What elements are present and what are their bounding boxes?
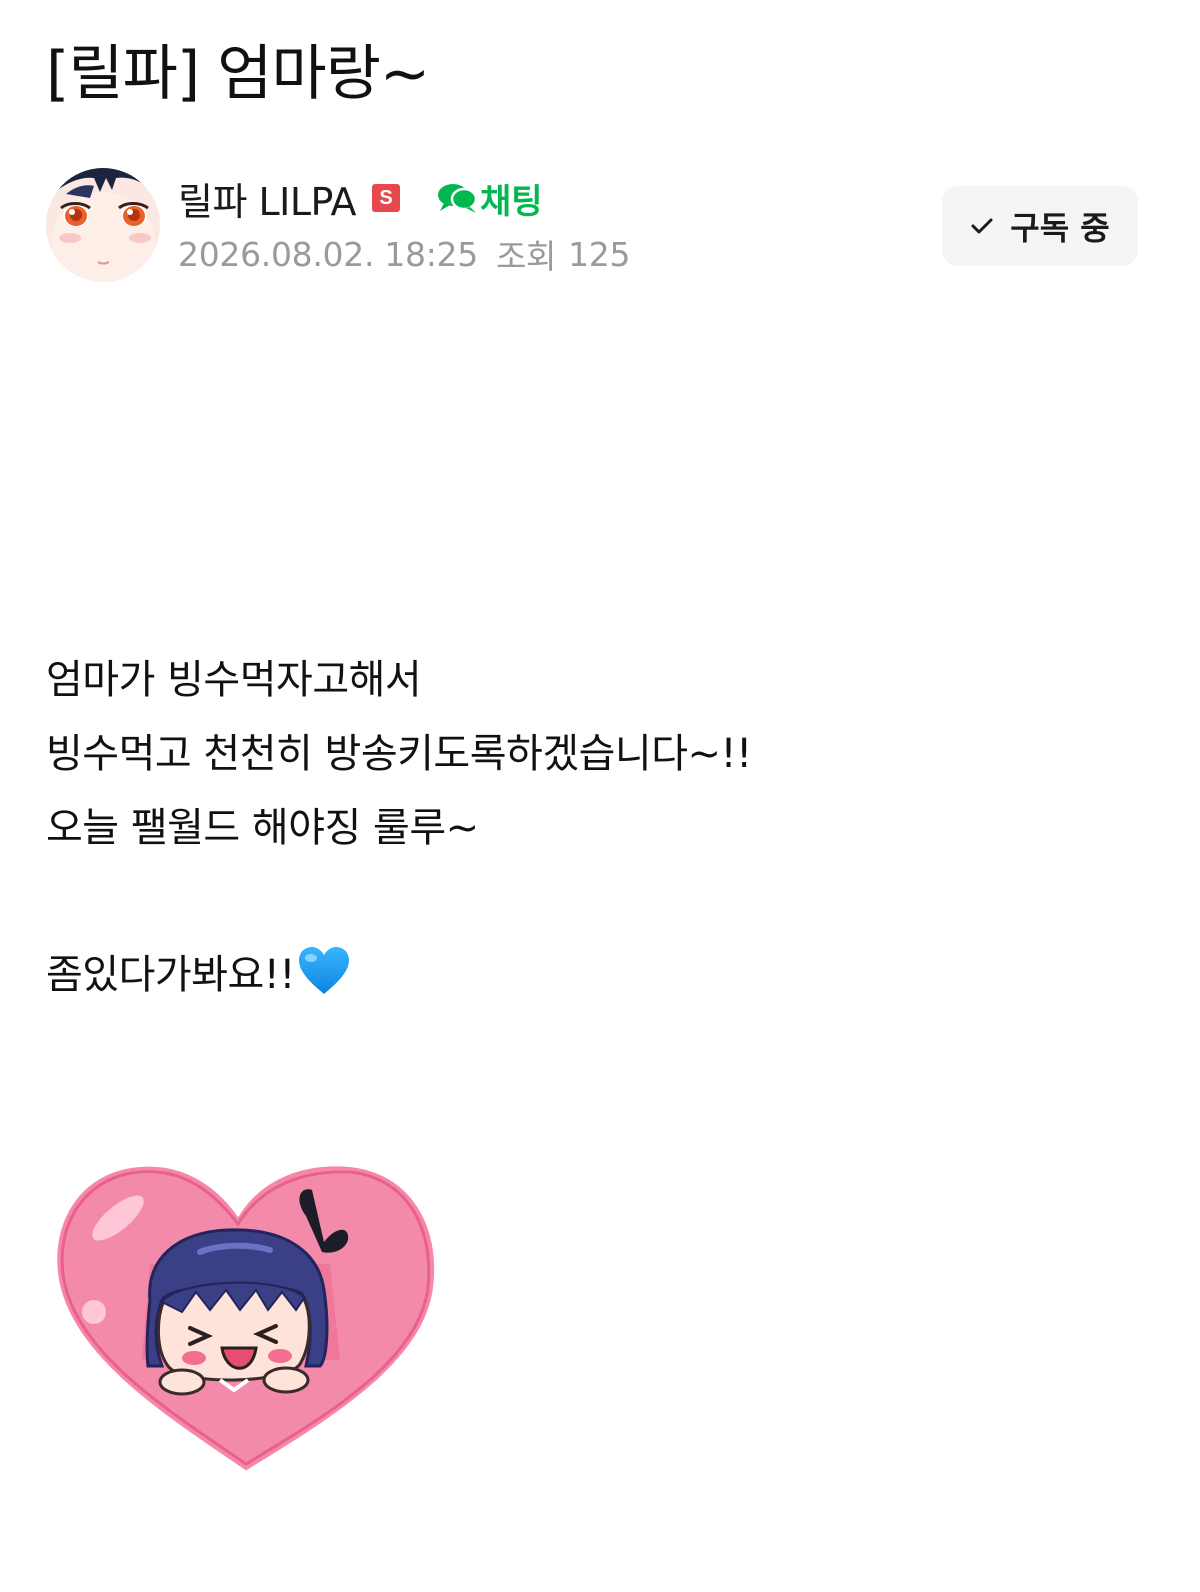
- author-line: 릴파 LILPA S 채팅: [178, 170, 543, 226]
- content-line: 오늘 팰월드 해야징 룰루~: [46, 805, 479, 851]
- heart-girl-sticker: [50, 1160, 442, 1480]
- content-line: 빙수먹고 천천히 방송키도록하겠습니다~!!: [46, 731, 752, 777]
- post-datetime: 2026.08.02. 18:25: [178, 234, 478, 274]
- chat-label: 채팅: [480, 181, 543, 222]
- chat-link[interactable]: 채팅: [436, 174, 543, 223]
- check-icon: [971, 218, 993, 234]
- views-label: 조회: [495, 237, 557, 276]
- author-avatar[interactable]: [46, 168, 160, 282]
- blue-heart-icon: [297, 946, 351, 1011]
- content-line: 엄마가 빙수먹자고해서: [46, 657, 422, 703]
- views-count: 125: [568, 234, 631, 274]
- content-line-with-emoji: 좀있다가봐요!!: [46, 946, 351, 1011]
- author-name[interactable]: 릴파 LILPA: [178, 171, 357, 226]
- post-title: [릴파] 엄마랑~: [46, 39, 430, 109]
- subscribe-label: 구독 중: [1010, 209, 1110, 247]
- post-meta: 2026.08.02. 18:25 조회 125: [178, 230, 630, 278]
- anime-girl-avatar-icon: [46, 168, 160, 282]
- subscribe-button[interactable]: 구독 중: [942, 186, 1138, 266]
- streamer-badge: S: [372, 184, 401, 212]
- chat-bubble-icon: [438, 184, 478, 213]
- content-text: 좀있다가봐요!!: [46, 952, 295, 998]
